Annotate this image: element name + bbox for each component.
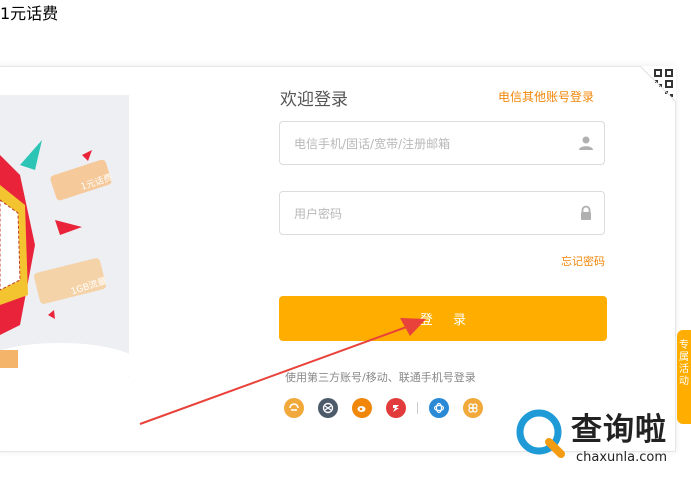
watermark-brand: 查询啦 — [571, 412, 667, 448]
watermark: 查询啦 chaxunla.com — [515, 402, 691, 472]
watermark-url: chaxunla.com — [576, 450, 667, 465]
watermark-logo-icon — [516, 409, 565, 458]
